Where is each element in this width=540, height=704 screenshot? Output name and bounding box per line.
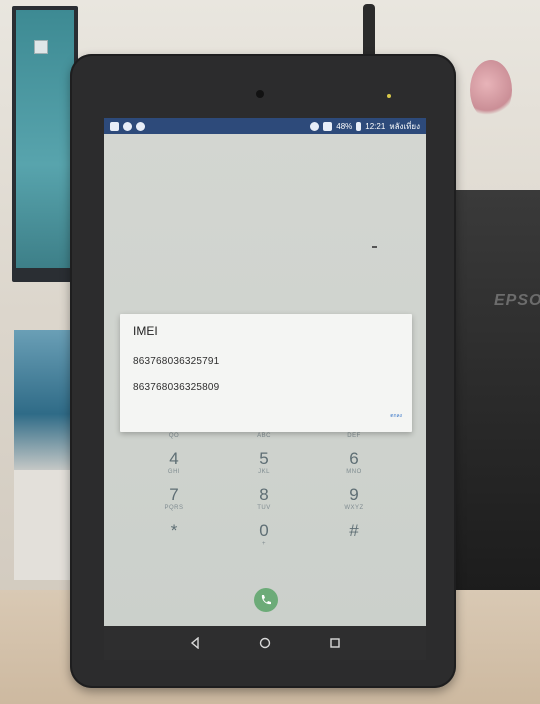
dial-key-6[interactable]: 6 MNO bbox=[324, 450, 384, 484]
dial-key-digit: 0 bbox=[259, 521, 269, 540]
dial-key-9[interactable]: 9 WXYZ bbox=[324, 486, 384, 520]
dial-keypad: 1QO2ABC3DEF4GHI5JKL6MNO7PQRS8TUV9WXYZ*0+… bbox=[134, 414, 396, 614]
dialog-ok-button[interactable]: ตกลง bbox=[390, 412, 402, 420]
home-button[interactable] bbox=[258, 636, 272, 650]
dial-key-digit: 8 bbox=[259, 485, 269, 504]
dial-key-digit: * bbox=[170, 521, 178, 540]
dial-key-letters: TUV bbox=[257, 505, 271, 511]
dial-key-digit: 7 bbox=[169, 485, 179, 504]
shield-notification-icon bbox=[123, 121, 132, 131]
home-circle-icon bbox=[259, 637, 271, 649]
dial-key-7[interactable]: 7 PQRS bbox=[144, 486, 204, 520]
phone-icon bbox=[261, 595, 271, 605]
front-camera bbox=[256, 90, 264, 98]
wifi-signal-icon bbox=[323, 121, 333, 131]
dial-key-digit: 5 bbox=[259, 449, 269, 468]
background-objects bbox=[14, 330, 78, 470]
dial-key-letters: JKL bbox=[258, 469, 270, 475]
background-flowers bbox=[470, 60, 512, 120]
background-printer bbox=[456, 190, 540, 650]
dial-key-letters: PQRS bbox=[164, 505, 184, 511]
dial-key-0[interactable]: 0 + bbox=[234, 522, 294, 556]
background-monitor-badge bbox=[34, 40, 48, 54]
battery-icon bbox=[356, 121, 362, 131]
navigation-bar bbox=[104, 626, 426, 660]
status-bar-system: 48% 12:21 หลังเที่ยง bbox=[310, 120, 420, 133]
dial-key-digit: 4 bbox=[169, 449, 179, 468]
imei-dialog: IMEI 863768036325791 863768036325809 ตกล… bbox=[120, 314, 412, 432]
dial-key-star[interactable]: * bbox=[144, 522, 204, 556]
call-button[interactable] bbox=[254, 588, 278, 612]
printer-brand-label: EPSON bbox=[494, 292, 540, 309]
dial-key-letters: ABC bbox=[257, 433, 271, 439]
cloud-notification-icon bbox=[136, 121, 145, 131]
dial-key-digit: 6 bbox=[349, 449, 359, 468]
notification-led bbox=[387, 94, 391, 98]
back-button[interactable] bbox=[188, 636, 202, 650]
dial-key-letters: DEF bbox=[347, 433, 361, 439]
alarm-icon bbox=[310, 121, 320, 131]
back-triangle-icon bbox=[190, 637, 199, 649]
dial-key-letters: WXYZ bbox=[344, 505, 364, 511]
dial-key-letters: MNO bbox=[346, 469, 362, 475]
imei-number-1: 863768036325791 bbox=[133, 356, 220, 367]
clock-time: 12:21 bbox=[365, 121, 386, 131]
dial-key-4[interactable]: 4 GHI bbox=[144, 450, 204, 484]
recents-button[interactable] bbox=[328, 636, 342, 650]
dial-key-digit: 9 bbox=[349, 485, 359, 504]
dial-key-digit: # bbox=[349, 521, 359, 540]
dial-key-5[interactable]: 5 JKL bbox=[234, 450, 294, 484]
dial-key-8[interactable]: 8 TUV bbox=[234, 486, 294, 520]
dialed-number-cursor bbox=[372, 246, 377, 248]
status-bar-notifications bbox=[110, 121, 145, 131]
dial-key-letters: GHI bbox=[167, 469, 181, 475]
imei-number-2: 863768036325809 bbox=[133, 382, 220, 393]
status-bar: 48% 12:21 หลังเที่ยง bbox=[104, 118, 426, 134]
dialog-title: IMEI bbox=[133, 324, 158, 338]
dial-key-letters: + bbox=[261, 541, 266, 547]
dial-key-letters: QO bbox=[168, 433, 180, 439]
battery-percent: 48% bbox=[336, 121, 353, 131]
clock-period: หลังเที่ยง bbox=[389, 121, 420, 131]
recents-square-icon bbox=[330, 638, 340, 648]
app-notification-icon bbox=[110, 121, 119, 131]
dial-key-hash[interactable]: # bbox=[324, 522, 384, 556]
